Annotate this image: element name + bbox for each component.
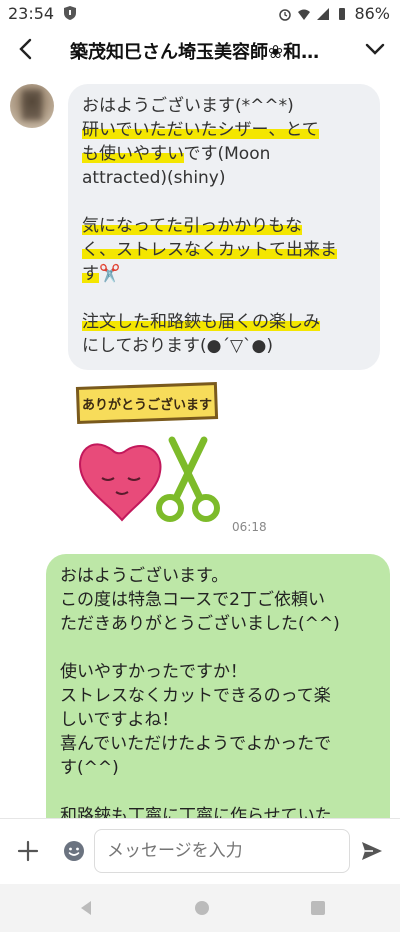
incoming-message[interactable]: おはようございます(*^^*) 研いでいただいたシザー、とて も使いやすいです(… [68, 84, 380, 370]
back-arrow-icon[interactable] [14, 36, 38, 62]
message-line-highlight: い [167, 144, 184, 164]
message-timestamp: 06:18 [232, 520, 267, 534]
shield-icon [64, 6, 76, 20]
message-line-highlight: す [82, 264, 99, 284]
wifi-icon [298, 9, 311, 20]
nav-recents-icon[interactable] [310, 900, 326, 916]
plus-icon[interactable] [16, 839, 40, 863]
scissors-emoji: ✂️ [99, 264, 121, 284]
message-line: す(^^) [60, 758, 119, 778]
chat-title[interactable]: 築茂知巳さん埼玉美容師❀和… [70, 38, 350, 64]
outgoing-message[interactable]: おはようございます。 この度は特急コースで2丁ご依頼い ただきありがとうございま… [46, 554, 390, 818]
scissors-icon [156, 436, 220, 522]
send-icon[interactable] [360, 839, 384, 863]
message-line: 喜んでいただけたようでよかったで [60, 734, 332, 754]
message-line: attracted)(shiny) [82, 168, 226, 188]
message-line: しいですよね！ [60, 710, 179, 730]
message-line: 和路鋏も丁寧に丁寧に作らせていた [60, 806, 332, 818]
sticker-text: ありがとうございます [82, 397, 212, 413]
signal-icon [317, 7, 330, 20]
message-line: おはようございます(*^^*) [82, 96, 294, 116]
emoji-icon[interactable] [62, 839, 86, 863]
battery-level: 86% [354, 4, 390, 23]
message-line: です(Moon [183, 144, 271, 164]
message-input-bar [0, 818, 400, 885]
avatar[interactable] [10, 84, 54, 128]
chat-header: 築茂知巳さん埼玉美容師❀和… [0, 26, 400, 75]
nav-home-icon[interactable] [194, 900, 210, 916]
message-line-highlight: 注文した和路鋏も届くの楽しみ [82, 312, 320, 332]
nav-back-icon[interactable] [78, 900, 94, 916]
message-line: ただきありがとうございました(^^) [60, 614, 340, 634]
status-bar: 23:54 86% [0, 0, 400, 26]
message-line-highlight: く、ストレスなくカットて出来ま [82, 240, 337, 260]
status-time: 23:54 [8, 4, 55, 23]
alarm-icon [279, 8, 292, 21]
message-line: ストレスなくカットできるのって楽 [60, 686, 331, 706]
system-nav-bar [0, 884, 400, 932]
message-line-highlight: 研いでいただいたシザー、とて [82, 120, 319, 140]
chevron-down-icon[interactable] [364, 38, 386, 60]
message-line-highlight: 気になってた引っかかりもな [82, 216, 303, 236]
chat-area[interactable]: おはようございます(*^^*) 研いでいただいたシザー、とて も使いやすいです(… [0, 74, 400, 818]
thank-you-sticker[interactable]: ありがとうございます [72, 380, 222, 530]
message-line-highlight: も使いやす [82, 144, 167, 164]
message-line: にしております(●´▽`●) [82, 336, 273, 356]
battery-icon [339, 7, 346, 20]
message-input[interactable] [94, 829, 350, 873]
message-line: 使いやすかったですか！ [60, 662, 247, 682]
message-line: この度は特急コースで2丁ご依頼い [60, 590, 325, 610]
message-line: おはようございます。 [60, 566, 229, 586]
